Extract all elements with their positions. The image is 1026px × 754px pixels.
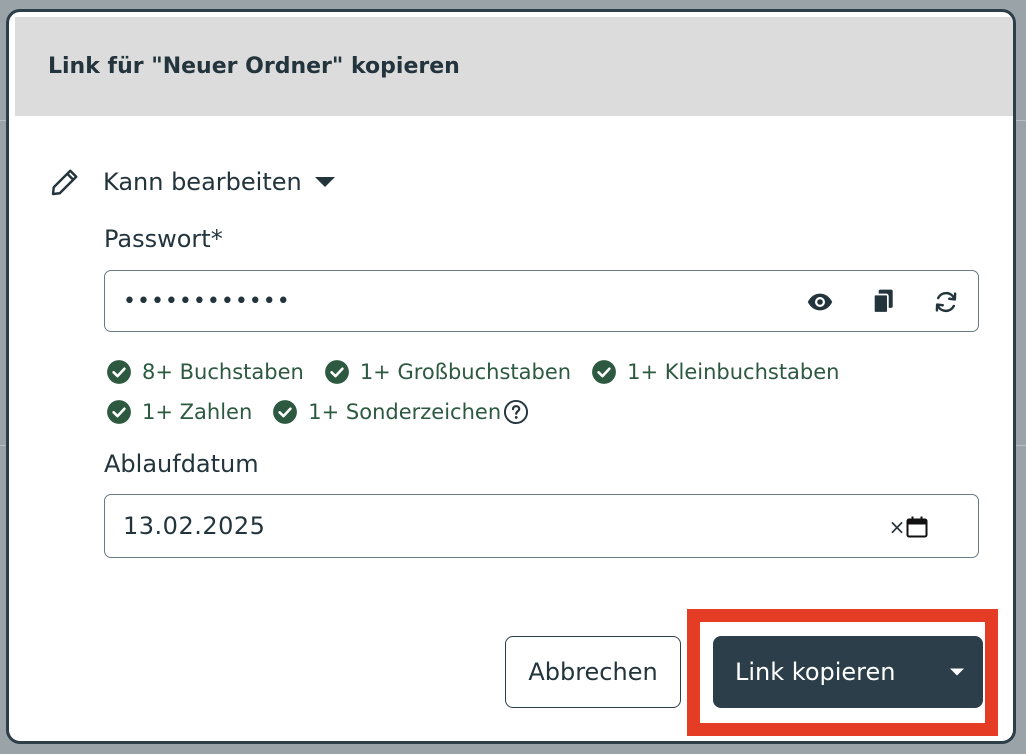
requirement-item: 1+ Sonderzeichen bbox=[272, 399, 529, 425]
help-icon[interactable] bbox=[503, 399, 529, 425]
requirement-label: 8+ Buchstaben bbox=[142, 360, 304, 384]
check-circle-icon bbox=[107, 400, 131, 424]
requirement-label: 1+ Sonderzeichen bbox=[308, 400, 502, 424]
password-requirements: 8+ Buchstaben 1+ Großbuchstaben 1+ Klein… bbox=[106, 352, 966, 432]
permission-label: Kann bearbeiten bbox=[103, 168, 302, 196]
expiry-date-input[interactable]: 13.02.2025 × bbox=[104, 494, 979, 558]
refresh-icon[interactable] bbox=[931, 287, 961, 317]
caret-down-icon bbox=[314, 177, 335, 187]
dialog-title: Link für "Neuer Ordner" kopieren bbox=[48, 54, 460, 79]
requirement-item: 1+ Kleinbuchstaben bbox=[591, 359, 839, 385]
dialog-header: Link für "Neuer Ordner" kopieren bbox=[15, 17, 1013, 116]
expiry-value: 13.02.2025 bbox=[123, 512, 266, 540]
pencil-icon bbox=[51, 169, 78, 196]
copy-link-label: Link kopieren bbox=[735, 658, 896, 686]
calendar-icon[interactable] bbox=[904, 512, 930, 542]
requirement-item: 1+ Großbuchstaben bbox=[324, 359, 571, 385]
requirements-row: 8+ Buchstaben 1+ Großbuchstaben 1+ Klein… bbox=[106, 352, 966, 392]
check-circle-icon bbox=[273, 400, 298, 424]
requirements-row: 1+ Zahlen 1+ Sonderzeichen bbox=[106, 392, 966, 432]
requirement-item: 8+ Buchstaben bbox=[106, 359, 304, 385]
cancel-button[interactable]: Abbrechen bbox=[505, 636, 681, 708]
requirement-label: 1+ Kleinbuchstaben bbox=[627, 360, 840, 384]
permission-dropdown[interactable]: Kann bearbeiten bbox=[47, 160, 336, 204]
check-circle-icon bbox=[592, 360, 616, 384]
check-circle-icon bbox=[324, 360, 349, 384]
copy-icon[interactable] bbox=[868, 287, 898, 317]
requirement-item: 1+ Zahlen bbox=[106, 399, 252, 425]
password-value: •••••••••••• bbox=[123, 288, 291, 314]
requirement-label: 1+ Großbuchstaben bbox=[359, 360, 572, 384]
caret-down-icon[interactable] bbox=[945, 660, 969, 684]
check-circle-icon bbox=[107, 360, 131, 384]
password-input[interactable]: •••••••••••• bbox=[104, 270, 979, 332]
eye-icon[interactable] bbox=[805, 287, 835, 317]
copy-link-button[interactable]: Link kopieren bbox=[713, 636, 983, 708]
expiry-label: Ablaufdatum bbox=[104, 450, 259, 478]
requirement-label: 1+ Zahlen bbox=[142, 400, 253, 424]
share-link-dialog: Link für "Neuer Ordner" kopieren Kann be… bbox=[6, 9, 1016, 744]
password-label: Passwort* bbox=[104, 225, 223, 253]
